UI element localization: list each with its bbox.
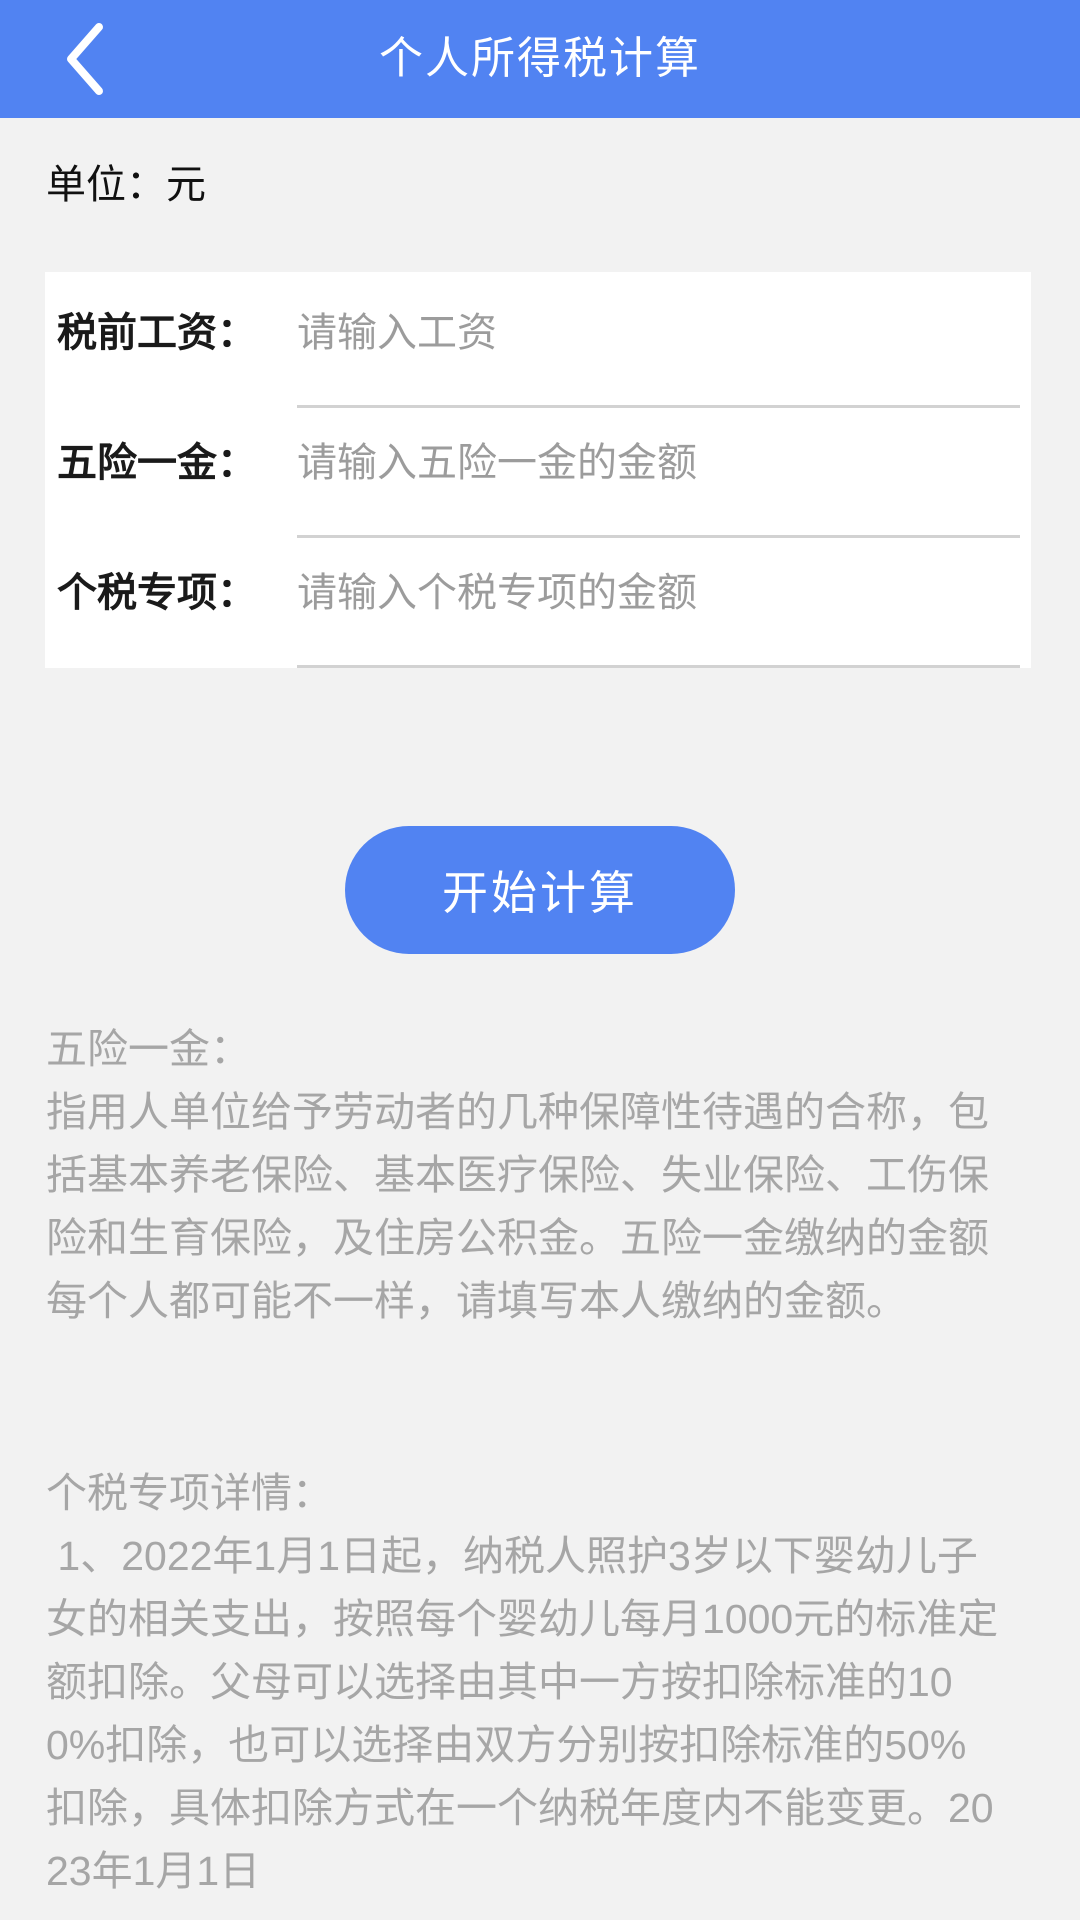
special-deduction-field: [297, 538, 1031, 668]
special-deduction-label: 个税专项：: [57, 571, 257, 615]
back-button[interactable]: [40, 14, 130, 104]
form-row-social-insurance: 五险一金：: [45, 408, 1031, 538]
form-row-pretax-salary: 税前工资：: [45, 278, 1031, 408]
tax-input-card: 税前工资： 五险一金： 个税专项：: [45, 272, 1031, 668]
page-title: 个人所得税计算: [379, 34, 701, 83]
social-insurance-field: [297, 408, 1031, 538]
social-insurance-input[interactable]: [297, 432, 1031, 494]
pretax-salary-field: [297, 278, 1031, 408]
social-insurance-info-text: 五险一金： 指用人单位给予劳动者的几种保障性待遇的合称，包括基本养老保险、基本医…: [46, 1026, 989, 1324]
special-deduction-input[interactable]: [297, 562, 1031, 624]
special-deduction-info-text: 个税专项详情： 1、2022年1月1日起，纳税人照护3岁以下婴幼儿子女的相关支出…: [46, 1470, 999, 1894]
app-header: 个人所得税计算: [0, 0, 1080, 118]
special-deduction-underline: [297, 665, 1020, 668]
social-insurance-label: 五险一金：: [57, 441, 257, 485]
pretax-salary-input[interactable]: [297, 302, 1031, 364]
calculate-button-wrap: 开始计算: [0, 826, 1080, 954]
pretax-salary-label: 税前工资：: [57, 311, 257, 355]
form-row-special-deduction: 个税专项：: [45, 538, 1031, 668]
calculate-button[interactable]: 开始计算: [345, 826, 735, 954]
unit-label: 单位：元: [46, 163, 206, 207]
chevron-left-icon: [57, 19, 113, 99]
